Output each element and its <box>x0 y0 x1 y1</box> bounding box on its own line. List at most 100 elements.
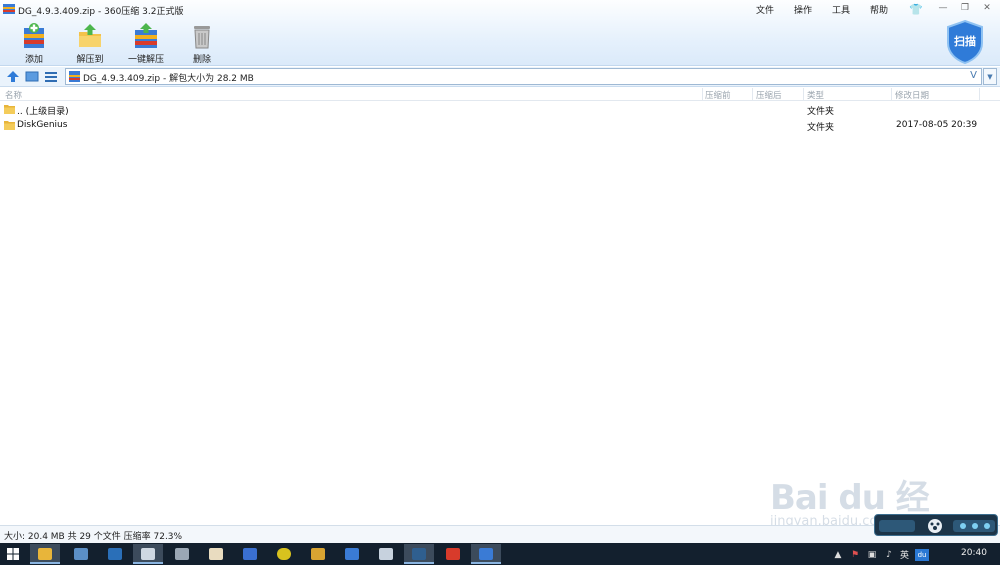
network-icon[interactable]: ▣ <box>866 549 878 561</box>
taskbar-360zip[interactable] <box>471 544 501 564</box>
file-list: .. (上级目录) 文件夹 DiskGenius 文件夹 2017-08-05 … <box>0 102 1000 134</box>
app-icon <box>108 548 122 560</box>
address-text: DG_4.9.3.409.zip - 解包大小为 28.2 MB <box>83 74 254 84</box>
taskbar-clock[interactable]: 20:40 <box>961 548 987 558</box>
status-bar: 大小: 20.4 MB 共 29 个文件 压缩率 72.3% <box>0 525 1000 543</box>
file-date: 2017-08-05 20:39 <box>896 120 978 130</box>
col-modified[interactable]: 修改日期 <box>895 89 929 101</box>
floating-widget[interactable] <box>874 514 998 536</box>
app-window: DG_4.9.3.409.zip - 360压缩 3.2正式版 文件 操作 工具… <box>0 0 1000 565</box>
menu-file[interactable]: 文件 <box>756 3 774 16</box>
address-v-icon[interactable]: V <box>970 70 977 81</box>
thumbnail-view-icon[interactable] <box>25 70 39 83</box>
toolbar: 添加 解压到 一键解压 删除 <box>8 22 232 65</box>
delete-button[interactable]: 删除 <box>176 22 228 65</box>
col-separator[interactable] <box>803 88 804 101</box>
col-type[interactable]: 类型 <box>807 89 824 101</box>
app-icon <box>412 548 426 560</box>
paw-icon <box>879 519 995 533</box>
taskbar-app-4[interactable] <box>133 544 163 564</box>
up-arrow-icon[interactable] <box>6 70 20 83</box>
grid-icon <box>141 548 155 560</box>
menu-operation[interactable]: 操作 <box>794 3 812 16</box>
app-icon <box>175 548 189 560</box>
address-field[interactable]: DG_4.9.3.409.zip - 解包大小为 28.2 MB V <box>65 68 982 85</box>
folder-icon <box>38 548 52 560</box>
file-name: .. (上级目录) <box>17 107 69 117</box>
status-text: 大小: 20.4 MB 共 29 个文件 压缩率 72.3% <box>4 532 183 542</box>
menu-tools[interactable]: 工具 <box>832 3 850 16</box>
notes-icon <box>209 548 223 560</box>
col-separator[interactable] <box>752 88 753 101</box>
one-click-extract-label: 一键解压 <box>127 55 164 65</box>
file-type: 文件夹 <box>807 107 835 117</box>
add-button[interactable]: 添加 <box>8 22 60 65</box>
address-row: DG_4.9.3.409.zip - 解包大小为 28.2 MB V ▼ <box>0 67 1000 87</box>
menu-help[interactable]: 帮助 <box>870 3 888 16</box>
minimize-icon[interactable]: — <box>932 2 954 14</box>
app-icon <box>243 548 257 560</box>
windows-start-icon[interactable] <box>7 548 19 560</box>
close-icon[interactable]: ✕ <box>976 2 998 14</box>
one-click-extract-button[interactable]: 一键解压 <box>120 22 172 65</box>
taskbar-app-12[interactable] <box>404 544 434 564</box>
col-name[interactable]: 名称 <box>5 89 22 101</box>
extract-to-button[interactable]: 解压到 <box>64 22 116 65</box>
col-compressed-after[interactable]: 压缩后 <box>756 89 782 101</box>
taskbar: ▲ ⚑ ▣ ♪ 英 du 20:40 <box>0 543 1000 565</box>
app-icon <box>311 548 325 560</box>
shield-icon <box>345 548 359 560</box>
menu-bar: 文件 操作 工具 帮助 <box>756 3 908 16</box>
system-tray: ▲ ⚑ ▣ ♪ 英 du <box>832 548 939 561</box>
360-icon <box>277 548 291 560</box>
document-icon <box>379 548 393 560</box>
taskbar-app-9[interactable] <box>303 544 333 564</box>
col-separator[interactable] <box>702 88 703 101</box>
taskbar-app-10[interactable] <box>337 544 367 564</box>
skin-shirt-icon[interactable]: 👕 <box>909 3 923 16</box>
column-header: 名称 压缩前 压缩后 类型 修改日期 <box>0 88 1000 101</box>
taskbar-computer[interactable] <box>66 544 96 564</box>
scan-label: 扫描 <box>954 35 976 48</box>
taskbar-app-7[interactable] <box>235 544 265 564</box>
taskbar-360[interactable] <box>269 544 299 564</box>
app-logo-icon <box>3 4 15 14</box>
add-label: 添加 <box>24 55 43 65</box>
list-item-diskgenius[interactable]: DiskGenius 文件夹 2017-08-05 20:39 <box>0 118 1000 134</box>
address-dropdown-icon[interactable]: ▼ <box>983 68 997 85</box>
window-controls: — ❐ ✕ <box>932 2 998 14</box>
app-icon <box>446 548 460 560</box>
taskbar-app-6[interactable] <box>201 544 231 564</box>
taskbar-app-5[interactable] <box>167 544 197 564</box>
extract-to-label: 解压到 <box>76 55 104 65</box>
folder-icon <box>4 121 15 130</box>
list-view-icon[interactable] <box>44 70 58 83</box>
title-toolbar-region: DG_4.9.3.409.zip - 360压缩 3.2正式版 文件 操作 工具… <box>0 0 1000 66</box>
ime-indicator[interactable]: 英 <box>900 548 909 561</box>
file-name: DiskGenius <box>17 120 68 130</box>
taskbar-explorer[interactable] <box>30 544 60 564</box>
flag-icon[interactable]: ⚑ <box>849 549 861 561</box>
delete-label: 删除 <box>192 55 211 65</box>
extract-to-icon <box>79 24 101 47</box>
volume-icon[interactable]: ♪ <box>883 549 895 561</box>
zip-file-icon <box>69 71 80 82</box>
folder-icon <box>4 105 15 114</box>
delete-icon <box>194 26 210 49</box>
list-item-parent[interactable]: .. (上级目录) 文件夹 <box>0 102 1000 118</box>
restore-icon[interactable]: ❐ <box>954 2 976 14</box>
taskbar-app-13[interactable] <box>438 544 468 564</box>
zip-file-icon <box>479 548 493 560</box>
taskbar-app-3[interactable] <box>100 544 130 564</box>
chevron-up-icon[interactable]: ▲ <box>832 549 844 561</box>
window-title: DG_4.9.3.409.zip - 360压缩 3.2正式版 <box>18 7 184 17</box>
col-separator[interactable] <box>891 88 892 101</box>
one-click-extract-icon <box>135 23 157 48</box>
monitor-icon <box>74 548 88 560</box>
col-compressed-before[interactable]: 压缩前 <box>705 89 731 101</box>
col-separator[interactable] <box>979 88 980 101</box>
baidu-input-icon[interactable]: du <box>915 548 930 561</box>
add-archive-icon <box>24 23 44 48</box>
taskbar-app-11[interactable] <box>371 544 401 564</box>
scan-button[interactable]: 扫描 <box>945 19 985 65</box>
